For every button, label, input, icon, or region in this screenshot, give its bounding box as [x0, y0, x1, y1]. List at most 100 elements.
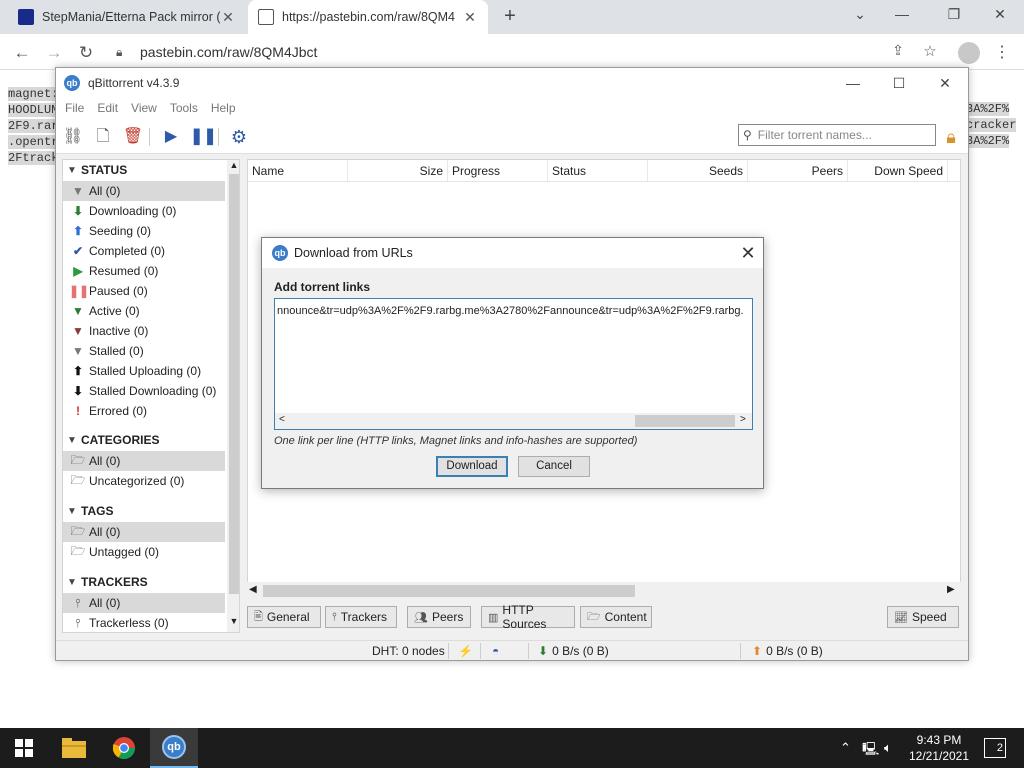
- column-status[interactable]: Status: [548, 160, 648, 182]
- pause-icon[interactable]: ❚❚: [190, 126, 217, 148]
- close-tab-icon[interactable]: ✕: [220, 9, 236, 26]
- taskbar-clock[interactable]: 9:43 PM 12/21/2021: [900, 732, 978, 764]
- upload-speed-status[interactable]: ⬆ 0 B/s (0 B): [752, 644, 823, 658]
- tracker-all[interactable]: ⫯ All (0): [63, 593, 225, 613]
- filter-input[interactable]: ⚲ Filter torrent names...: [738, 124, 936, 146]
- sidebar-item-status[interactable]: ▼ Inactive (0): [63, 321, 225, 341]
- column-size[interactable]: Size: [348, 160, 448, 182]
- file-explorer-icon[interactable]: [50, 728, 98, 768]
- add-torrent-link-icon[interactable]: ⛓: [62, 126, 84, 148]
- forward-arrow-icon[interactable]: →: [43, 42, 65, 64]
- minimize-icon[interactable]: —: [830, 68, 876, 98]
- scroll-left-icon[interactable]: <: [279, 414, 285, 425]
- column-name[interactable]: Name: [248, 160, 348, 182]
- close-tab-icon[interactable]: ✕: [462, 9, 478, 26]
- cancel-button[interactable]: Cancel: [518, 456, 590, 477]
- chevron-up-icon[interactable]: ⌃: [840, 740, 851, 756]
- resume-play-icon[interactable]: ▶: [160, 126, 182, 148]
- profile-avatar-icon[interactable]: [958, 42, 980, 64]
- network-icon[interactable]: 🖳︎: [862, 740, 879, 762]
- notification-center-icon[interactable]: 2: [984, 738, 1006, 758]
- torrent-links-textarea[interactable]: nnounce&tr=udp%3A%2F%2F9.rarbg.me%3A2780…: [274, 298, 753, 430]
- tracker-trackerless[interactable]: ⫯ Trackerless (0): [63, 613, 225, 632]
- connection-status-icon[interactable]: ⚡: [458, 644, 473, 658]
- restore-browser-icon[interactable]: ❐: [944, 6, 964, 26]
- scroll-right-icon[interactable]: >: [740, 414, 746, 425]
- scroll-left-icon[interactable]: ◀: [249, 584, 257, 595]
- column-seeds[interactable]: Seeds: [648, 160, 748, 182]
- speed-button[interactable]: 📈︎ Speed: [887, 606, 959, 628]
- chevron-down-icon: ▼: [67, 434, 77, 446]
- tab-peers[interactable]: 👥︎ Peers: [407, 606, 471, 628]
- tab-trackers[interactable]: ⫯ Trackers: [325, 606, 397, 628]
- section-status-header[interactable]: ▼ STATUS: [63, 160, 127, 180]
- bookmark-star-icon[interactable]: ☆: [920, 42, 940, 62]
- hscroll-thumb[interactable]: [263, 585, 635, 597]
- new-tab-button[interactable]: +: [498, 4, 522, 28]
- scroll-up-icon[interactable]: ▲: [229, 160, 239, 170]
- section-tags-header[interactable]: ▼ TAGS: [63, 501, 113, 521]
- column-progress[interactable]: Progress: [448, 160, 548, 182]
- textarea-hscroll-thumb[interactable]: [635, 415, 735, 427]
- sidebar-scroll-thumb[interactable]: [229, 174, 239, 594]
- download-speed-status[interactable]: ⬇ 0 B/s (0 B): [538, 644, 609, 658]
- maximize-icon[interactable]: ☐: [876, 68, 922, 98]
- tab-search-icon[interactable]: ⌄: [850, 6, 870, 26]
- torrent-list-hscroll[interactable]: ◀ ▶: [247, 582, 961, 600]
- back-arrow-icon[interactable]: ←: [11, 42, 33, 64]
- sidebar-item-status[interactable]: ▼ Active (0): [63, 301, 225, 321]
- chrome-icon[interactable]: [100, 728, 148, 768]
- menu-help[interactable]: Help: [211, 101, 236, 115]
- sidebar-item-status[interactable]: ⬇ Downloading (0): [63, 201, 225, 221]
- dialog-close-icon[interactable]: ✕: [733, 243, 763, 264]
- scroll-down-icon[interactable]: ▼: [229, 616, 239, 626]
- delete-icon[interactable]: 🗑︎: [122, 126, 144, 148]
- add-torrent-file-icon[interactable]: 🗋︎: [92, 126, 114, 148]
- settings-gear-icon[interactable]: ⚙: [228, 126, 250, 148]
- qbittorrent-taskbar-icon[interactable]: qb: [150, 728, 198, 768]
- tag-untagged[interactable]: 🗁︎ Untagged (0): [63, 542, 225, 562]
- address-bar[interactable]: 🔒︎ pastebin.com/raw/8QM4Jbct: [104, 39, 944, 65]
- close-browser-icon[interactable]: ✕: [990, 6, 1010, 26]
- menu-edit[interactable]: Edit: [97, 101, 118, 115]
- sidebar-item-status[interactable]: ❚❚ Paused (0): [63, 281, 225, 301]
- scroll-right-icon[interactable]: ▶: [947, 584, 955, 595]
- sidebar-item-status[interactable]: ⬆ Seeding (0): [63, 221, 225, 241]
- sidebar-item-status[interactable]: ! Errored (0): [63, 401, 225, 421]
- tab-http-sources[interactable]: ▥ HTTP Sources: [481, 603, 575, 631]
- section-categories-header[interactable]: ▼ CATEGORIES: [63, 430, 159, 450]
- sidebar-scrollbar[interactable]: ▲ ▼: [227, 160, 239, 632]
- sidebar-item-status[interactable]: ▼ All (0): [63, 181, 225, 201]
- minimize-browser-icon[interactable]: —: [892, 6, 912, 26]
- tag-all[interactable]: 🗁︎ All (0): [63, 522, 225, 542]
- browser-tab-pastebin[interactable]: https://pastebin.com/raw/8QM4 ✕: [248, 0, 488, 34]
- tracker-icon: ⫯: [75, 595, 81, 610]
- sidebar-item-status[interactable]: ⬇ Stalled Downloading (0): [63, 381, 225, 401]
- reload-icon[interactable]: ↻: [75, 42, 97, 64]
- category-uncategorized[interactable]: 🗁︎ Uncategorized (0): [63, 471, 225, 491]
- speed-limit-gauge-icon[interactable]: ◓: [492, 644, 499, 658]
- column-peers[interactable]: Peers: [748, 160, 848, 182]
- volume-muted-icon[interactable]: 🔈︎: [884, 740, 892, 756]
- menu-tools[interactable]: Tools: [170, 101, 198, 115]
- sidebar-item-status[interactable]: ▶ Resumed (0): [63, 261, 225, 281]
- close-icon[interactable]: ✕: [922, 68, 968, 98]
- download-button[interactable]: Download: [436, 456, 508, 477]
- sidebar-item-status[interactable]: ⬆ Stalled Uploading (0): [63, 361, 225, 381]
- upload-arrow-icon: ⬆: [752, 644, 763, 658]
- tab-content[interactable]: 🗁︎ Content: [580, 606, 652, 628]
- sidebar-item-status[interactable]: ▼ Stalled (0): [63, 341, 225, 361]
- section-trackers-header[interactable]: ▼ TRACKERS: [63, 572, 148, 592]
- textarea-hscroll[interactable]: < >: [275, 413, 752, 429]
- menu-view[interactable]: View: [131, 101, 157, 115]
- tab-general[interactable]: 🖹︎ General: [247, 606, 321, 628]
- lock-icon[interactable]: 🔒︎: [940, 126, 962, 148]
- kebab-menu-icon[interactable]: ⋮: [994, 42, 1010, 64]
- menu-file[interactable]: File: [65, 101, 84, 115]
- windows-start-icon[interactable]: [0, 728, 48, 768]
- category-all[interactable]: 🗁︎ All (0): [63, 451, 225, 471]
- share-icon[interactable]: ⇪: [888, 42, 908, 62]
- sidebar-item-status[interactable]: ✔ Completed (0): [63, 241, 225, 261]
- column-down-speed[interactable]: Down Speed: [848, 160, 948, 182]
- browser-tab-stepmania[interactable]: StepMania/Etterna Pack mirror (1 ✕: [8, 0, 246, 34]
